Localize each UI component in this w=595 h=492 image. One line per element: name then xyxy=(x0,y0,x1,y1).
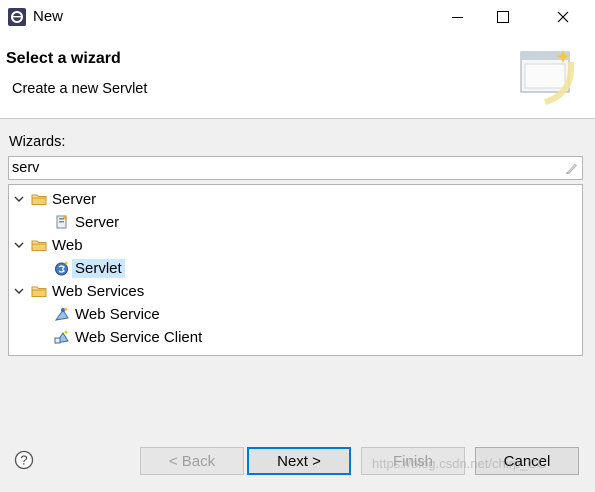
chevron-down-icon[interactable] xyxy=(13,239,25,251)
tree-item-web-service[interactable]: Web Service xyxy=(54,303,160,325)
folder-icon xyxy=(31,286,47,297)
chevron-down-icon[interactable] xyxy=(13,193,25,205)
wizards-label: Wizards: xyxy=(9,134,66,150)
back-button[interactable]: < Back xyxy=(140,447,244,475)
tree-item-label: Web Services xyxy=(52,282,145,300)
watermark: https://blog.csdn.net/chirp_CC xyxy=(372,456,547,471)
close-button[interactable] xyxy=(540,0,586,34)
svg-text:?: ? xyxy=(20,453,27,468)
tree-item-label: Server xyxy=(52,190,97,208)
servlet-icon xyxy=(55,261,69,276)
tree-item-servlet[interactable]: Servlet xyxy=(54,257,125,279)
maximize-icon xyxy=(497,11,509,23)
wizard-filter-input[interactable] xyxy=(9,157,552,179)
page-description: Create a new Servlet xyxy=(12,81,148,97)
title-bar: New xyxy=(0,0,595,34)
tree-item-label: Web Service Client xyxy=(75,328,203,346)
minimize-icon xyxy=(451,16,463,18)
web-service-client-icon xyxy=(54,330,69,344)
wizard-banner-icon xyxy=(520,50,575,105)
web-service-icon xyxy=(54,307,69,321)
tree-category-server[interactable]: Server xyxy=(13,188,96,210)
folder-icon xyxy=(31,194,47,205)
tree-category-web-services[interactable]: Web Services xyxy=(13,280,144,302)
chevron-down-icon[interactable] xyxy=(13,285,25,297)
wizard-tree[interactable]: Server Server Web Servlet Web Services W… xyxy=(8,184,583,356)
server-wizard-icon xyxy=(56,215,68,229)
eclipse-app-icon xyxy=(8,8,26,26)
tree-category-web[interactable]: Web xyxy=(13,234,83,256)
tree-item-label: Web xyxy=(52,236,83,254)
page-title: Select a wizard xyxy=(6,50,121,67)
close-icon xyxy=(557,11,569,23)
tree-item-label: Server xyxy=(75,213,120,231)
maximize-button[interactable] xyxy=(480,0,526,34)
next-button[interactable]: Next > xyxy=(247,447,351,475)
filter-box xyxy=(8,156,583,180)
minimize-button[interactable] xyxy=(434,0,480,34)
clear-filter-icon[interactable] xyxy=(564,161,578,175)
tree-item-web-service-client[interactable]: Web Service Client xyxy=(54,326,202,348)
wizard-header: Select a wizard Create a new Servlet xyxy=(0,34,595,119)
help-icon[interactable]: ? xyxy=(14,450,34,470)
window-title: New xyxy=(33,8,64,25)
tree-item-label: Servlet xyxy=(72,258,125,278)
tree-item-server[interactable]: Server xyxy=(54,211,119,233)
folder-icon xyxy=(31,240,47,251)
tree-item-label: Web Service xyxy=(75,305,160,323)
